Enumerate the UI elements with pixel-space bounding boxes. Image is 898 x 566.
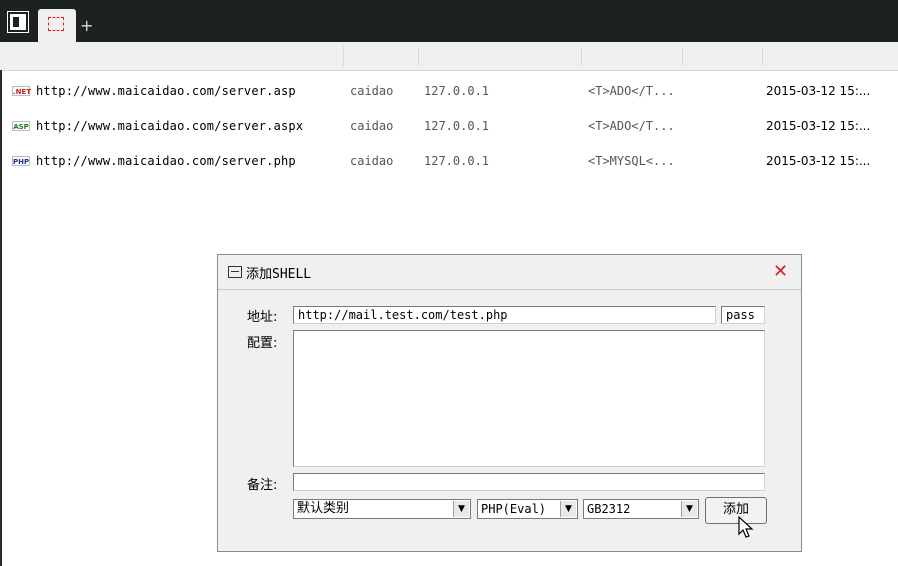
password-input[interactable]: pass [721,306,765,324]
row-url: http://www.maicaidao.com/server.asp [36,84,296,98]
config-label: 配置: [247,336,278,351]
window-mode-icon[interactable] [7,11,29,33]
config-textarea[interactable] [293,330,765,467]
row-db: <T>ADO</T... [588,119,675,133]
column-separator[interactable] [343,46,344,66]
left-border [0,70,2,566]
column-header [0,42,898,71]
address-label: 地址: [247,310,278,325]
tab-active[interactable] [38,9,76,42]
row-category: caidao [350,84,394,98]
chevron-down-icon[interactable]: ▼ [681,501,697,517]
column-separator[interactable] [581,46,582,66]
category-select[interactable]: 默认类别 ▼ [293,499,471,519]
column-separator[interactable] [418,46,419,66]
row-db: <T>ADO</T... [588,84,675,98]
row-db: <T>MYSQL<... [588,154,675,168]
category-select-value: 默认类别 [297,501,350,516]
net-file-icon: .NET [12,86,32,96]
dialog-titlebar[interactable]: 添加SHELL ✕ [218,255,801,290]
php-file-icon: PHP [12,156,30,166]
script-type-value: PHP(Eval) [481,502,547,516]
window-icon [228,266,242,278]
close-icon[interactable]: ✕ [773,261,788,282]
row-category: caidao [350,154,394,168]
encoding-select[interactable]: GB2312 ▼ [583,499,699,519]
table-row[interactable]: PHP http://www.maicaidao.com/server.php … [0,151,898,171]
add-shell-dialog: 添加SHELL ✕ 地址: http://mail.test.com/test.… [217,254,802,552]
table-row[interactable]: .NET http://www.maicaidao.com/server.asp… [0,81,898,101]
note-label: 备注: [247,478,278,493]
column-separator[interactable] [762,46,763,66]
dialog-title: 添加SHELL [246,267,312,282]
row-time: 2015-03-12 15:... [766,84,871,98]
script-type-select[interactable]: PHP(Eval) ▼ [477,499,578,519]
new-tab-button[interactable]: + [80,16,93,35]
mouse-pointer-icon [738,516,754,538]
dashed-square-icon [48,17,64,31]
row-url: http://www.maicaidao.com/server.php [36,154,296,168]
address-input[interactable]: http://mail.test.com/test.php [293,306,716,324]
tab-bar: + [0,0,898,42]
row-ip: 127.0.0.1 [424,154,490,168]
chevron-down-icon[interactable]: ▼ [453,501,469,517]
note-input[interactable] [293,473,765,491]
row-time: 2015-03-12 15:... [766,119,871,133]
table-row[interactable]: ASP http://www.maicaidao.com/server.aspx… [0,116,898,136]
row-ip: 127.0.0.1 [424,119,490,133]
row-ip: 127.0.0.1 [424,84,490,98]
row-category: caidao [350,119,394,133]
chevron-down-icon[interactable]: ▼ [560,501,576,517]
column-separator[interactable] [682,46,683,66]
encoding-value: GB2312 [587,502,631,516]
row-time: 2015-03-12 15:... [766,154,871,168]
row-url: http://www.maicaidao.com/server.aspx [36,119,304,133]
asp-file-icon: ASP [12,121,30,131]
